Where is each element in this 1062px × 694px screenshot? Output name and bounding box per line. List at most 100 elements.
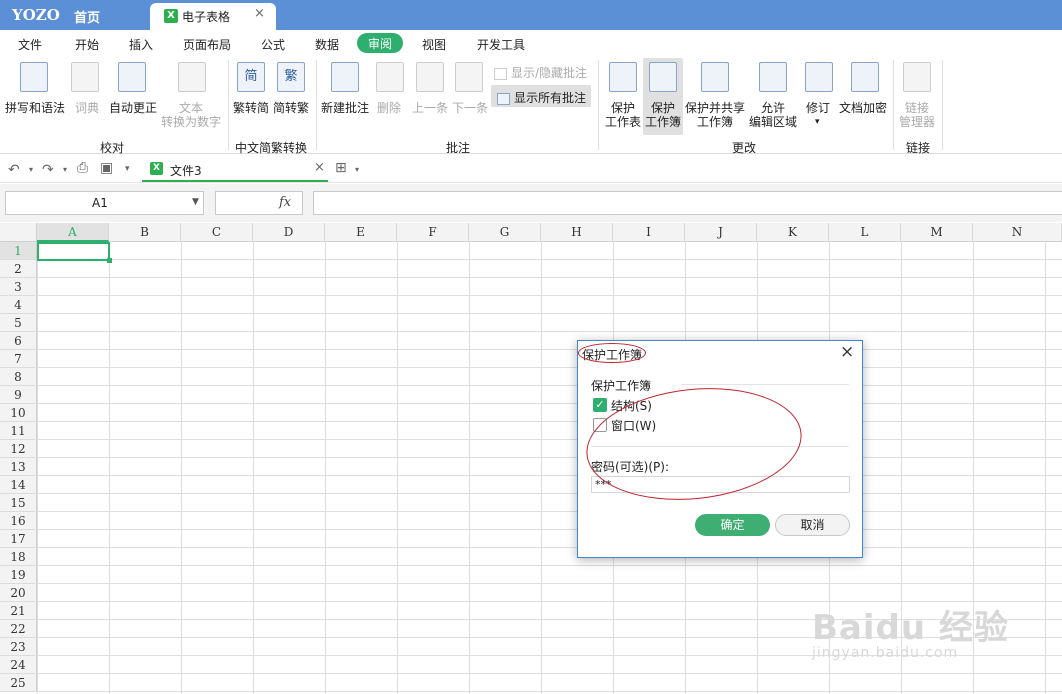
insert-function-box[interactable]: fx	[215, 191, 303, 215]
text-to-number-line1[interactable]: 文本	[179, 101, 203, 115]
row-header-15[interactable]: 15	[0, 494, 37, 512]
simp-to-trad-button[interactable]: 简转繁	[273, 101, 309, 115]
row-header-4[interactable]: 4	[0, 296, 37, 314]
menu-developer[interactable]: 开发工具	[477, 36, 525, 53]
text-to-number-line2[interactable]: 转换为数字	[161, 115, 221, 129]
row-header-13[interactable]: 13	[0, 458, 37, 476]
row-header-9[interactable]: 9	[0, 386, 37, 404]
row-header-17[interactable]: 17	[0, 530, 37, 548]
row-header-11[interactable]: 11	[0, 422, 37, 440]
allow-edit-line2[interactable]: 编辑区域	[749, 115, 797, 129]
menu-data[interactable]: 数据	[315, 36, 339, 53]
row-header-3[interactable]: 3	[0, 278, 37, 296]
column-header-c[interactable]: C	[181, 223, 253, 242]
fill-handle[interactable]	[107, 258, 112, 263]
redo-icon[interactable]: ↷	[42, 162, 54, 178]
save-icon[interactable]: ▣	[100, 160, 113, 176]
column-header-e[interactable]: E	[325, 223, 397, 242]
undo-icon[interactable]: ↶	[8, 162, 20, 178]
new-comment-button[interactable]: 新建批注	[321, 101, 369, 115]
encrypt-button[interactable]: 文档加密	[839, 101, 887, 115]
previous-comment-button[interactable]: 上一条	[412, 101, 448, 115]
row-header-16[interactable]: 16	[0, 512, 37, 530]
row-header-8[interactable]: 8	[0, 368, 37, 386]
row-header-1[interactable]: 1	[0, 242, 37, 260]
next-comment-button[interactable]: 下一条	[452, 101, 488, 115]
menu-home[interactable]: 开始	[75, 36, 99, 53]
row-header-12[interactable]: 12	[0, 440, 37, 458]
home-tab[interactable]: 首页	[74, 7, 100, 26]
row-header-10[interactable]: 10	[0, 404, 37, 422]
protect-sheet-line1[interactable]: 保护	[611, 101, 635, 115]
row-header-23[interactable]: 23	[0, 638, 37, 656]
row-header-22[interactable]: 22	[0, 620, 37, 638]
row-header-19[interactable]: 19	[0, 566, 37, 584]
link-manager-line2[interactable]: 管理器	[899, 115, 935, 129]
column-header-k[interactable]: K	[757, 223, 829, 242]
customize-dropdown-icon[interactable]: ▾	[125, 164, 130, 174]
column-header-m[interactable]: M	[901, 223, 973, 242]
file-tab[interactable]: X 文件3 ×	[142, 157, 328, 182]
column-header-i[interactable]: I	[613, 223, 685, 242]
link-manager-line1[interactable]: 链接	[905, 101, 929, 115]
column-header-d[interactable]: D	[253, 223, 325, 242]
new-document-dropdown-icon[interactable]: ▾	[355, 165, 359, 174]
menu-file[interactable]: 文件	[18, 36, 42, 53]
redo-dropdown-icon[interactable]: ▾	[63, 165, 67, 174]
close-file-icon[interactable]: ×	[314, 160, 325, 175]
menu-insert[interactable]: 插入	[129, 36, 153, 53]
row-header-21[interactable]: 21	[0, 602, 37, 620]
column-header-l[interactable]: L	[829, 223, 901, 242]
menu-review[interactable]: 审阅	[357, 33, 404, 53]
simp-to-trad-icon: 繁	[277, 62, 305, 92]
protect-share-line2[interactable]: 工作簿	[697, 115, 733, 129]
row-header-6[interactable]: 6	[0, 332, 37, 350]
protect-share-line1[interactable]: 保护并共享	[685, 101, 745, 115]
column-header-j[interactable]: J	[685, 223, 757, 242]
row-header-24[interactable]: 24	[0, 656, 37, 674]
column-header-n[interactable]: N	[973, 223, 1062, 242]
dictionary-button[interactable]: 词典	[75, 101, 99, 115]
row-header-25[interactable]: 25	[0, 674, 37, 692]
dialog-close-icon[interactable]: ×	[840, 342, 854, 362]
column-header-g[interactable]: G	[469, 223, 541, 242]
menu-formula[interactable]: 公式	[261, 36, 285, 53]
autocorrect-button[interactable]: 自动更正	[109, 101, 157, 115]
print-preview-icon[interactable]: ⎙	[77, 160, 88, 176]
formula-input[interactable]	[313, 191, 1062, 215]
protect-sheet-line2[interactable]: 工作表	[605, 115, 641, 129]
structure-checkbox[interactable]: ✓	[593, 398, 607, 412]
name-box-dropdown-icon[interactable]: ▼	[192, 197, 199, 207]
allow-edit-line1[interactable]: 允许	[761, 101, 785, 115]
new-document-icon[interactable]: ⊞	[335, 160, 347, 176]
row-header-5[interactable]: 5	[0, 314, 37, 332]
column-header-f[interactable]: F	[397, 223, 469, 242]
active-cell-a1[interactable]	[37, 242, 112, 263]
window-checkbox[interactable]	[593, 418, 607, 432]
close-tab-icon[interactable]: ×	[254, 6, 265, 21]
row-header-7[interactable]: 7	[0, 350, 37, 368]
row-header-18[interactable]: 18	[0, 548, 37, 566]
fx-icon[interactable]: fx	[279, 195, 291, 210]
column-header-a[interactable]: A	[37, 223, 109, 242]
spreadsheet-tab[interactable]: X 电子表格 ×	[150, 3, 276, 30]
name-box[interactable]: A1 ▼	[5, 191, 204, 215]
column-header-h[interactable]: H	[541, 223, 613, 242]
trad-to-simp-button[interactable]: 繁转简	[233, 101, 269, 115]
row-header-14[interactable]: 14	[0, 476, 37, 494]
password-input[interactable]: ***	[591, 476, 850, 493]
revise-button[interactable]: 修订	[806, 101, 830, 115]
row-header-2[interactable]: 2	[0, 260, 37, 278]
delete-comment-button[interactable]: 删除	[377, 101, 401, 115]
column-header-b[interactable]: B	[109, 223, 181, 242]
menu-view[interactable]: 视图	[422, 36, 446, 53]
cancel-button[interactable]: 取消	[775, 514, 850, 536]
select-all-corner[interactable]	[0, 223, 37, 242]
row-header-20[interactable]: 20	[0, 584, 37, 602]
show-hide-comment-button[interactable]: 显示/隐藏批注	[494, 64, 587, 81]
ok-button[interactable]: 确定	[695, 514, 770, 536]
undo-dropdown-icon[interactable]: ▾	[29, 165, 33, 174]
spellcheck-button[interactable]: 拼写和语法	[5, 101, 65, 115]
menu-page-layout[interactable]: 页面布局	[183, 36, 231, 53]
revise-dropdown-icon[interactable]: ▾	[815, 115, 820, 129]
